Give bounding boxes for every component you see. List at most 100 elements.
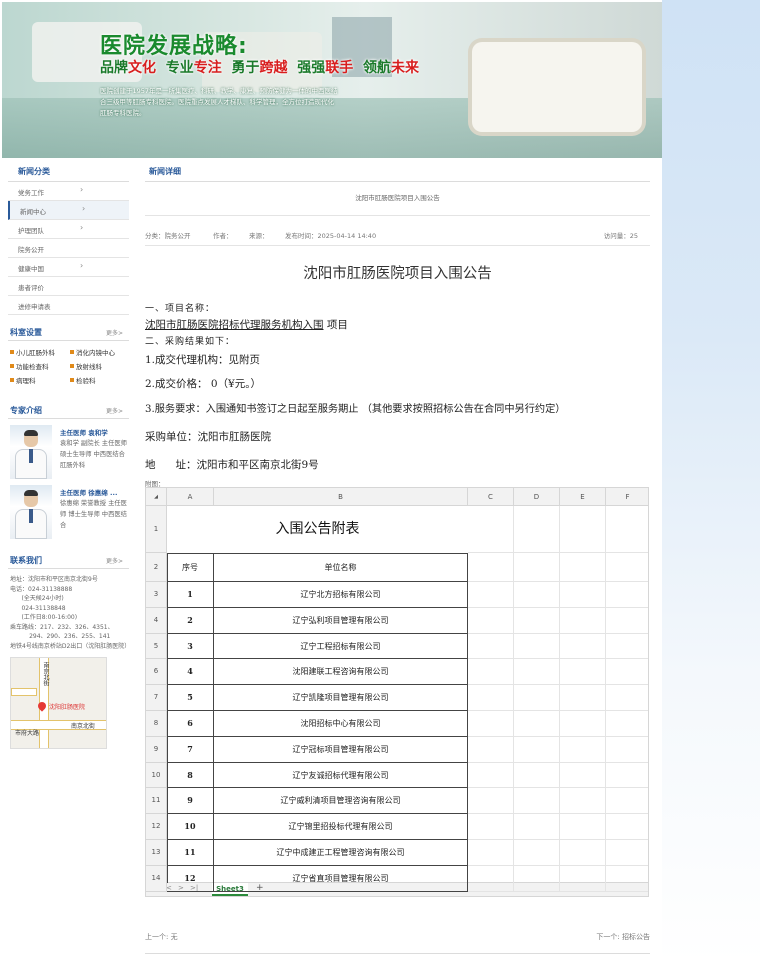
sheet-cell[interactable] xyxy=(560,659,606,686)
table-cell-company[interactable]: 沈阳招标中心有限公司 xyxy=(214,711,468,737)
row-header[interactable]: 10 xyxy=(146,762,167,789)
sheet-cell[interactable] xyxy=(560,736,606,763)
sheet-cell[interactable] xyxy=(606,634,648,660)
table-cell-number[interactable]: 7 xyxy=(167,736,214,763)
table-cell-number[interactable]: 5 xyxy=(167,685,214,711)
sheet-cell[interactable] xyxy=(606,814,648,840)
row-header[interactable]: 11 xyxy=(146,788,167,815)
sheet-cell[interactable] xyxy=(514,685,560,711)
sheet-cell[interactable] xyxy=(514,506,560,553)
sheet-cell[interactable] xyxy=(514,553,560,582)
sheet-cell[interactable] xyxy=(560,506,606,553)
table-cell-number[interactable]: 1 xyxy=(167,582,214,608)
sheet-cell[interactable] xyxy=(514,736,560,763)
department-more-link[interactable]: 更多> xyxy=(106,328,123,337)
table-cell-company[interactable]: 辽宁凯隆项目管理有限公司 xyxy=(214,685,468,711)
sheet-cell[interactable] xyxy=(560,814,606,840)
column-header[interactable]: D xyxy=(514,488,560,506)
table-header-cell[interactable]: 序号 xyxy=(167,553,214,582)
row-header[interactable]: 3 xyxy=(146,582,167,608)
sheet-cell[interactable] xyxy=(514,840,560,866)
sheet-cell[interactable] xyxy=(468,865,514,892)
sidebar-nav-item[interactable]: 患者评价 xyxy=(8,277,129,296)
sheet-cell[interactable] xyxy=(560,633,606,660)
sheet-cell[interactable] xyxy=(514,762,560,789)
sheet-cell[interactable] xyxy=(468,814,514,840)
table-cell-number[interactable]: 3 xyxy=(167,633,214,660)
column-header[interactable]: C xyxy=(468,488,514,506)
table-cell-company[interactable]: 沈阳建联工程咨询有限公司 xyxy=(214,659,468,686)
sheet-cell[interactable] xyxy=(468,736,514,763)
sheet-cell[interactable] xyxy=(560,582,606,608)
row-header[interactable]: 9 xyxy=(146,736,167,763)
table-cell-company[interactable]: 辽宁中成建正工程管理咨询有限公司 xyxy=(214,840,468,866)
contact-more-link[interactable]: 更多> xyxy=(106,556,123,565)
table-cell-number[interactable]: 9 xyxy=(167,788,214,815)
sheet-cell[interactable] xyxy=(514,788,560,815)
row-header[interactable]: 14 xyxy=(146,865,167,892)
table-cell-number[interactable]: 12 xyxy=(167,865,214,892)
sheet-cell[interactable] xyxy=(606,788,648,815)
sidebar-nav-item[interactable]: 护理团队 › xyxy=(8,220,129,239)
table-cell-company[interactable]: 辽宁友诚招标代理有限公司 xyxy=(214,762,468,789)
sheet-cell[interactable] xyxy=(606,866,648,892)
sheet-cell[interactable] xyxy=(560,685,606,711)
department-item[interactable]: 功能检查科 xyxy=(10,361,70,371)
sheet-cell[interactable] xyxy=(468,840,514,866)
table-cell-company[interactable]: 辽宁工程招标有限公司 xyxy=(214,633,468,660)
expert-card[interactable]: 主任医师 徐惠绵 ... 徐惠绵 荣誉教授 主任医师 博士生导师 中西医结合 xyxy=(8,485,129,541)
row-header[interactable]: 6 xyxy=(146,659,167,686)
row-header[interactable]: 5 xyxy=(146,633,167,660)
sheet-cell[interactable] xyxy=(560,607,606,634)
table-cell-number[interactable]: 10 xyxy=(167,814,214,840)
sheet-cell[interactable] xyxy=(468,582,514,608)
column-header[interactable]: B xyxy=(214,488,468,506)
department-item[interactable]: 放射线科 xyxy=(70,361,130,371)
sheet-cell[interactable] xyxy=(606,685,648,711)
sheet-cell[interactable] xyxy=(606,608,648,634)
row-header[interactable]: 1 xyxy=(146,506,167,553)
sheet-cell[interactable] xyxy=(468,553,514,582)
department-item[interactable]: 病理科 xyxy=(10,375,70,385)
table-cell-company[interactable]: 辽宁省直项目管理有限公司 xyxy=(214,865,468,892)
table-cell-number[interactable]: 4 xyxy=(167,659,214,686)
expert-card[interactable]: 主任医师 袁和学 袁和学 副院长 主任医师 硕士生导师 中西医结合肛肠外科 xyxy=(8,425,129,481)
sheet-cell[interactable] xyxy=(606,711,648,737)
sidebar-nav-item[interactable]: 新闻中心 › xyxy=(8,201,129,220)
sheet-cell[interactable] xyxy=(606,506,648,553)
sheet-cell[interactable] xyxy=(468,506,514,553)
sidebar-nav-item[interactable]: 院务公开 xyxy=(8,239,129,258)
sheet-cell[interactable] xyxy=(468,711,514,737)
column-header[interactable]: A xyxy=(167,488,214,506)
sheet-cell[interactable] xyxy=(514,711,560,737)
department-item[interactable]: 检验科 xyxy=(70,375,130,385)
sidebar-nav-item[interactable]: 健康中国 › xyxy=(8,258,129,277)
row-header[interactable]: 8 xyxy=(146,711,167,737)
next-article-link[interactable]: 下一个: 招标公告 xyxy=(596,932,650,942)
sheet-cell[interactable] xyxy=(468,685,514,711)
sheet-cell[interactable] xyxy=(468,633,514,660)
sheet-cell[interactable] xyxy=(560,711,606,737)
table-cell-company[interactable]: 辽宁北方招标有限公司 xyxy=(214,582,468,608)
department-item[interactable]: 消化内镜中心 xyxy=(70,347,130,357)
sheet-cell[interactable] xyxy=(606,737,648,763)
table-cell-company[interactable]: 辽宁威利清项目管理咨询有限公司 xyxy=(214,788,468,815)
sheet-cell[interactable] xyxy=(468,607,514,634)
table-cell-company[interactable]: 辽宁弘利项目管理有限公司 xyxy=(214,607,468,634)
sheet-cell[interactable] xyxy=(468,788,514,815)
table-cell-number[interactable]: 2 xyxy=(167,607,214,634)
prev-article-link[interactable]: 上一个: 无 xyxy=(145,932,178,942)
expert-more-link[interactable]: 更多> xyxy=(106,406,123,415)
sheet-cell[interactable] xyxy=(514,607,560,634)
table-cell-company[interactable]: 辽宁锦里招投标代理有限公司 xyxy=(214,814,468,840)
sheet-cell[interactable] xyxy=(514,633,560,660)
row-header[interactable]: 2 xyxy=(146,553,167,582)
sheet-cell[interactable] xyxy=(468,659,514,686)
row-header[interactable]: 7 xyxy=(146,685,167,711)
sheet-cell[interactable] xyxy=(560,553,606,582)
column-header[interactable]: F xyxy=(606,488,648,506)
sheet-cell[interactable] xyxy=(560,840,606,866)
sheet-cell[interactable] xyxy=(560,865,606,892)
sheet-cell[interactable] xyxy=(514,865,560,892)
sheet-cell[interactable] xyxy=(514,814,560,840)
